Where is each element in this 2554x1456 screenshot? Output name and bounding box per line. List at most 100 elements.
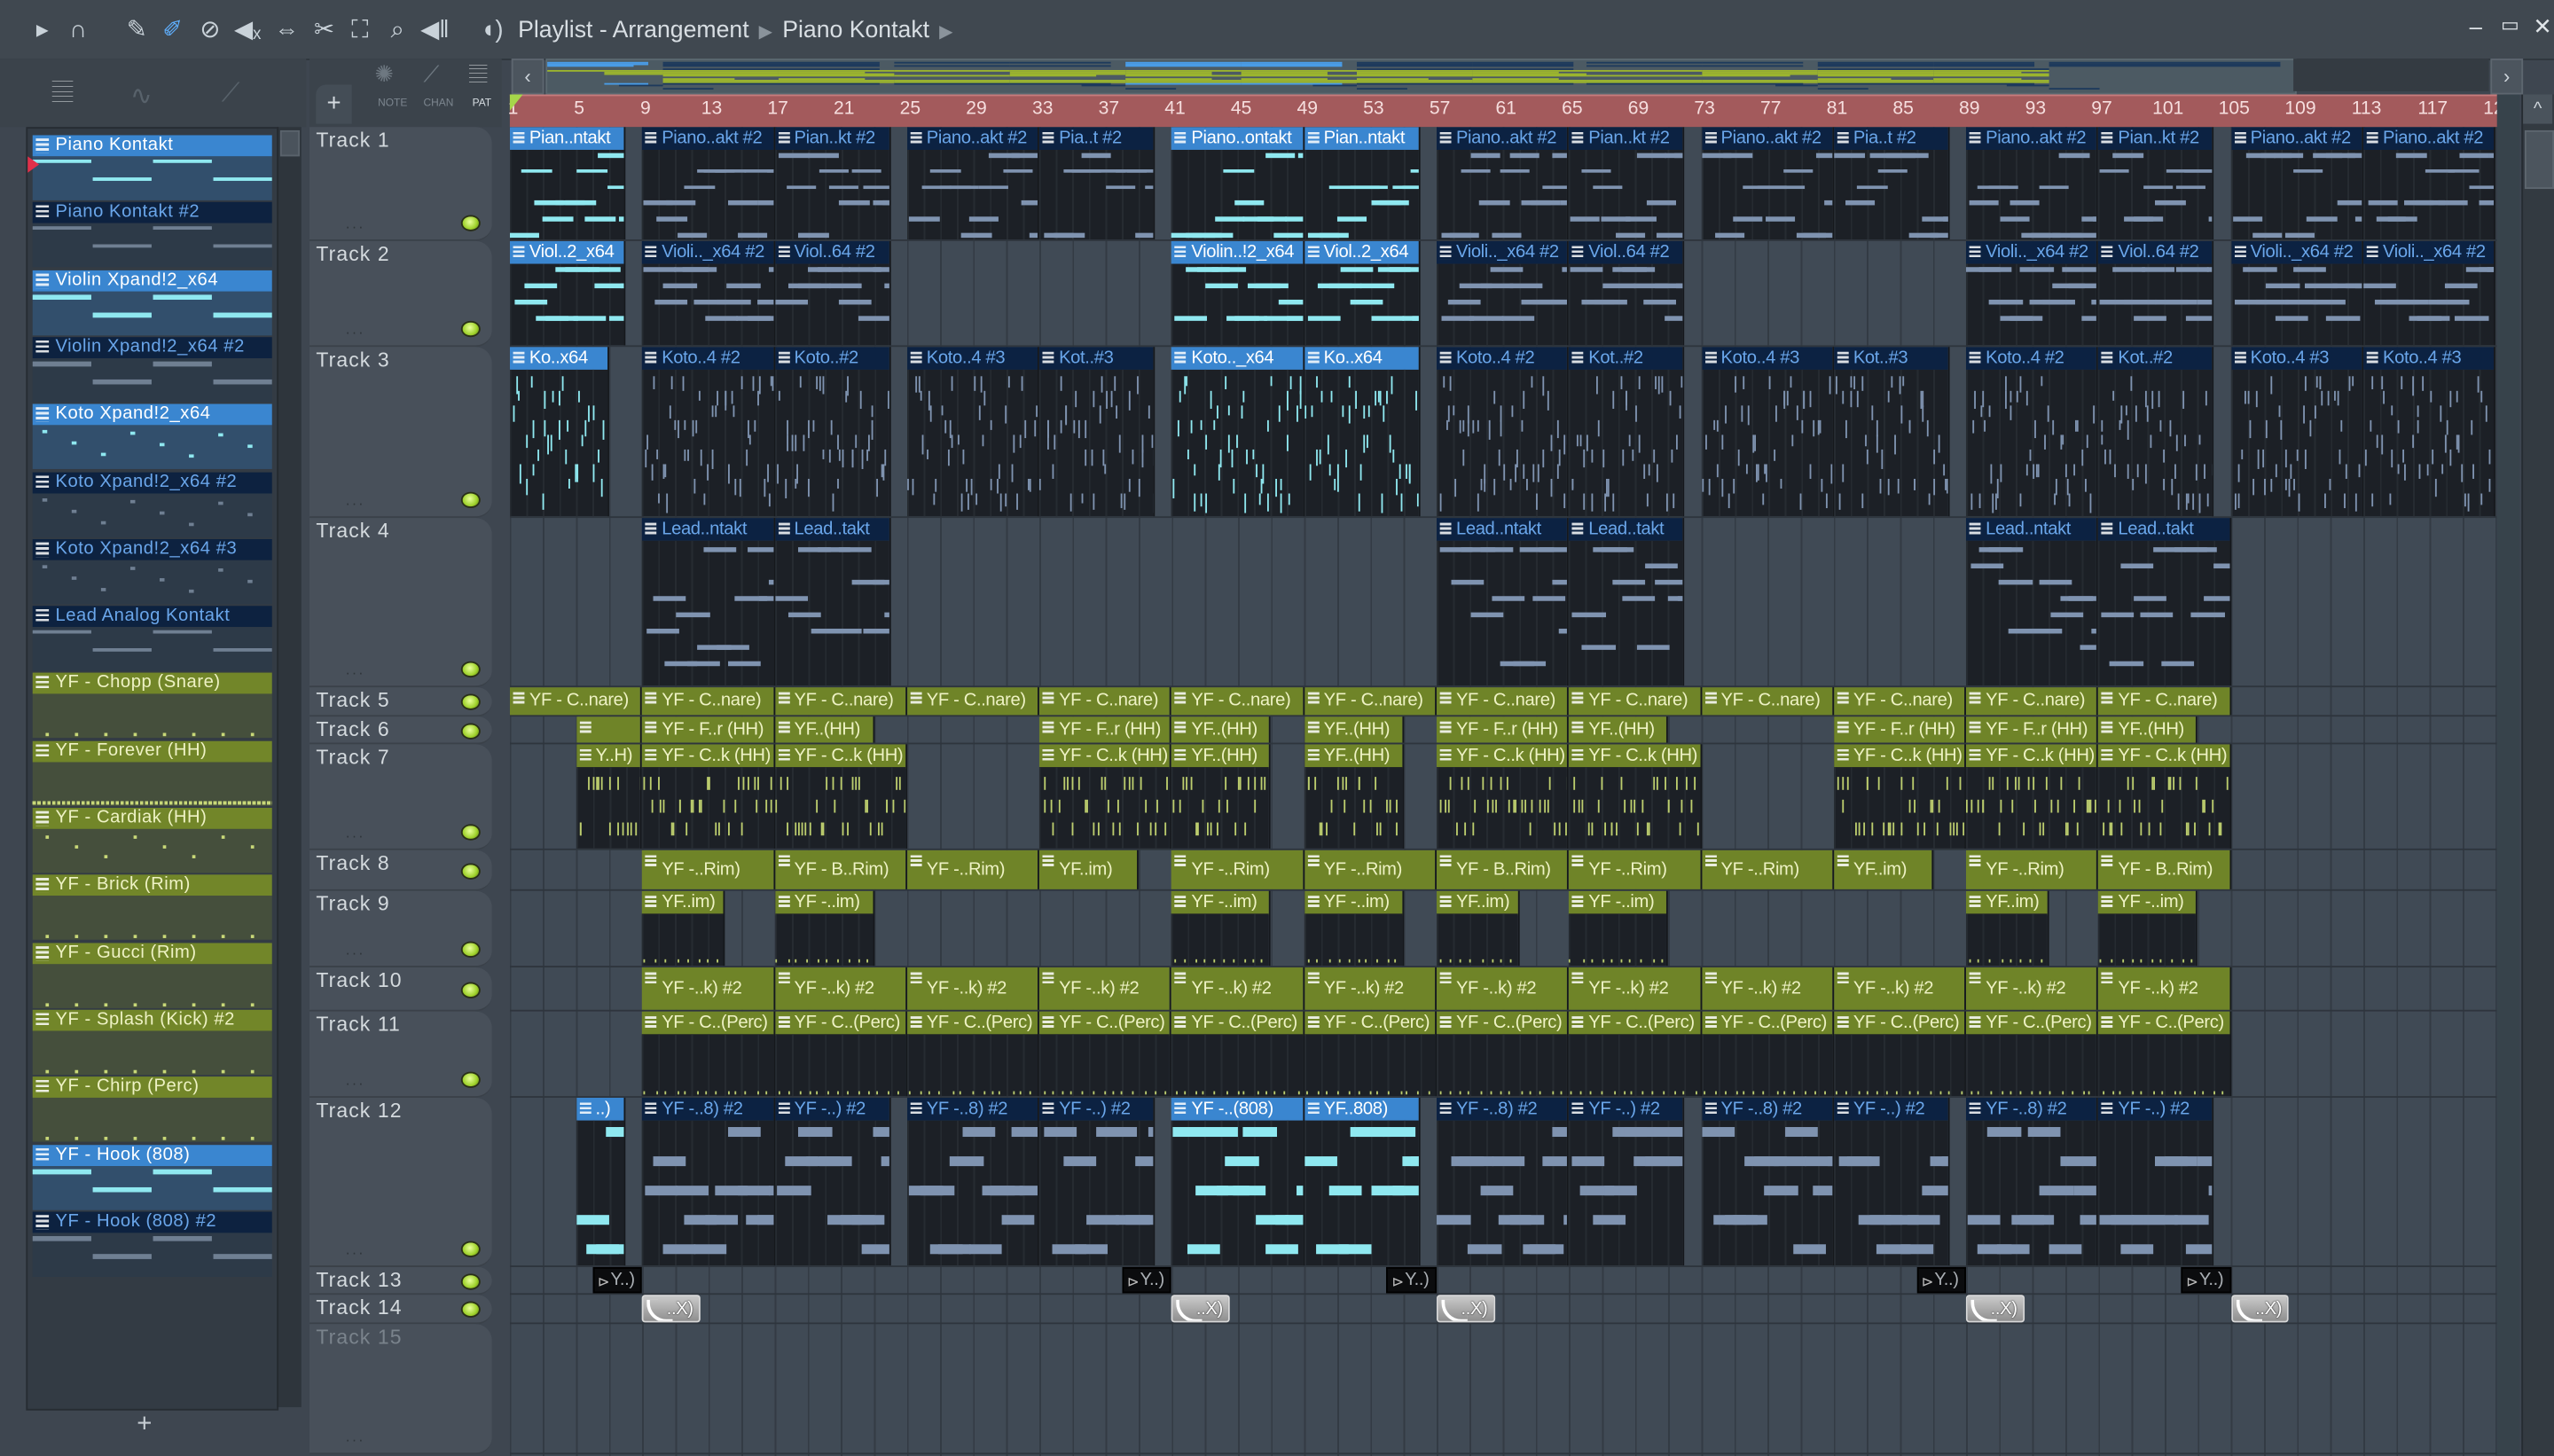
picker-scroll-thumb[interactable] <box>279 129 300 157</box>
track-menu-dots-icon[interactable]: ··· <box>345 1244 364 1260</box>
scroll-right-button[interactable]: › <box>2490 59 2524 95</box>
pattern-clip[interactable]: Viol..64 #2 <box>2098 240 2214 346</box>
track-mute-led-icon[interactable] <box>460 824 481 841</box>
pattern-clip[interactable]: YF -..8) #2 <box>642 1097 775 1266</box>
track-lane[interactable]: Y..H) YF - C..k (HH) YF - C..k (HH) YF - C.… <box>509 744 2497 850</box>
clip-header[interactable]: YF - C..(Perc) <box>1171 1011 1303 1037</box>
pattern-clip[interactable]: YF -..k) #2 <box>906 967 1040 1010</box>
clip-header[interactable]: Lead..ntakt <box>1966 518 2097 541</box>
track-menu-dots-icon[interactable]: ··· <box>345 1431 364 1447</box>
clip-header[interactable]: YF - C..nare) <box>1569 687 1700 716</box>
clip-header[interactable]: YF -..8) #2 <box>642 1097 773 1121</box>
clip-header[interactable]: YF..(HH) <box>1171 716 1270 743</box>
track-lane[interactable]: YF -..k) #2 YF -..k) #2 YF -..k) #2 YF -..k… <box>509 967 2497 1012</box>
pattern-item[interactable]: Piano Kontakt #2 <box>32 202 272 268</box>
clip-header[interactable]: ..) <box>576 1097 624 1121</box>
select-icon[interactable]: ⛶ <box>344 15 377 48</box>
clip-header[interactable]: Piano..akt #2 <box>2230 127 2362 150</box>
pattern-header[interactable]: Piano Kontakt #2 <box>32 202 272 224</box>
clip-header[interactable]: Pian..ntakt <box>509 127 624 150</box>
delete-icon[interactable]: ⊘ <box>194 15 227 48</box>
track-menu-dots-icon[interactable]: ··· <box>345 664 364 680</box>
track-name[interactable]: Track 8 <box>316 852 389 875</box>
track-header[interactable]: Track 4 ··· <box>309 518 492 688</box>
scroll-up-button[interactable]: ^ <box>2523 94 2553 124</box>
pattern-clip[interactable]: YF -..) #2 <box>1569 1097 1685 1266</box>
clip-header[interactable]: YF..im) <box>1966 890 2048 916</box>
clip-header[interactable]: Lead..takt <box>1569 518 1683 541</box>
clip-header[interactable]: YF..im) <box>642 890 724 916</box>
track-name[interactable]: Track 13 <box>316 1269 402 1292</box>
breadcrumb-pattern[interactable]: Piano Kontakt <box>782 18 929 43</box>
pattern-clip[interactable]: Viol..64 #2 <box>1569 240 1685 346</box>
clip-header[interactable]: Pian..kt #2 <box>1569 127 1683 150</box>
maximize-button[interactable]: ▭ <box>2495 13 2525 36</box>
clip-header[interactable]: YF -..im) <box>1304 890 1402 916</box>
clip-header[interactable]: YF -..im) <box>1569 890 1667 916</box>
automation-clip[interactable]: ..X) <box>1436 1295 1495 1323</box>
pattern-clip[interactable]: YF..(HH) <box>1171 716 1272 743</box>
track-menu-dots-icon[interactable]: ··· <box>345 325 364 341</box>
track-name[interactable]: Track 3 <box>316 348 389 372</box>
pattern-clip[interactable]: YF - C..nare) <box>1171 687 1304 716</box>
clip-header[interactable]: YF - C..(Perc) <box>1701 1011 1832 1037</box>
track-mute-led-icon[interactable] <box>460 693 481 710</box>
track-lane[interactable]: Viol..2_x64 Violi.._x64 #2 Viol..64 #2 Viol… <box>509 240 2497 348</box>
pattern-clip[interactable]: Violi.._x64 #2 <box>2230 240 2363 346</box>
clip-header[interactable]: Lead..takt <box>774 518 889 541</box>
automation-clip[interactable]: ..X) <box>2230 1295 2289 1323</box>
clip-header[interactable]: YF - B..Rim) <box>774 849 905 889</box>
pattern-clip[interactable]: YF - B..Rim) <box>1436 849 1570 889</box>
pattern-item[interactable]: Koto Xpand!2_x64 #3 <box>32 538 272 605</box>
track-mute-led-icon[interactable] <box>460 1241 481 1257</box>
track-lane[interactable]: YF - F..r (HH) YF..(HH) YF - F..r (HH) YF..… <box>509 716 2497 745</box>
pattern-clip[interactable]: YF -..k) #2 <box>1701 967 1834 1010</box>
clip-header[interactable]: YF -..) #2 <box>1833 1097 1948 1121</box>
audio-clip[interactable]: Y..) ⊳ <box>592 1266 643 1294</box>
track-lane[interactable] <box>509 1324 2497 1455</box>
pattern-clip[interactable]: YF -..k) #2 <box>1833 967 1967 1010</box>
pattern-clip[interactable]: YF - C..(Perc) <box>1701 1011 1834 1097</box>
track-menu-dots-icon[interactable]: ··· <box>345 944 364 960</box>
clip-header[interactable]: Pian..kt #2 <box>2098 127 2213 150</box>
clip-header[interactable]: YF..808) <box>1304 1097 1419 1121</box>
piano-roll-icon[interactable]: 𝄚 <box>52 80 74 109</box>
pattern-clip[interactable]: Ko..x64 <box>509 347 609 517</box>
track-name[interactable]: Track 7 <box>316 746 389 769</box>
clip-header[interactable]: Pian..ntakt <box>1304 127 1419 150</box>
clip-header[interactable]: Viol..64 #2 <box>1569 240 1683 264</box>
pattern-item[interactable]: YF - Chopp (Snare) <box>32 673 272 739</box>
timeline-ruler[interactable]: 1 5 9 13 17 21 25 29 33 37 41 45 49 53 57 61 65 69 73 77 81 8… <box>508 94 2515 128</box>
track-name[interactable]: Track 10 <box>316 969 402 992</box>
track-header[interactable]: Track 8 <box>309 849 492 891</box>
clip-header[interactable]: Kot..#2 <box>2098 347 2213 370</box>
pattern-clip[interactable]: YF -..) #2 <box>1039 1097 1156 1266</box>
track-mute-led-icon[interactable] <box>460 320 481 338</box>
track-header[interactable]: Track 10 <box>309 967 492 1012</box>
track-header[interactable]: Track 12 ··· <box>309 1097 492 1267</box>
pattern-clip[interactable]: Lead..ntakt <box>1436 518 1570 686</box>
pattern-header[interactable]: Piano Kontakt <box>32 135 272 157</box>
pattern-clip[interactable]: YF -..) #2 <box>774 1097 891 1266</box>
clip-header[interactable]: Violi.._x64 #2 <box>642 240 773 264</box>
playback-icon[interactable]: ◀‖ <box>419 15 451 48</box>
clip-header[interactable]: YF..im) <box>1039 849 1138 889</box>
pattern-header[interactable]: Violin Xpand!2_x64 #2 <box>32 337 272 358</box>
pattern-clip[interactable]: Piano..ontakt <box>1171 127 1304 239</box>
pattern-clip[interactable]: YF - C..(Perc) <box>1966 1011 2099 1097</box>
add-pattern-button[interactable]: + <box>137 1411 152 1440</box>
clip-header[interactable]: YF - C..nare) <box>1171 687 1303 716</box>
track-name[interactable]: Track 12 <box>316 1100 402 1123</box>
clip-header[interactable]: YF - F..r (HH) <box>1436 716 1568 743</box>
tab-chan[interactable]: CHAN <box>424 98 454 109</box>
vertical-scrollbar[interactable] <box>2521 94 2554 1456</box>
clip-header[interactable]: Piano..akt #2 <box>906 127 1038 150</box>
clip-header[interactable]: YF -..) #2 <box>774 1097 889 1121</box>
clip-header[interactable]: Koto..4 #2 <box>642 347 773 370</box>
pattern-clip[interactable]: Violi.._x64 #2 <box>642 240 775 346</box>
pattern-clip[interactable]: YF - C..(Perc) <box>774 1011 907 1097</box>
pattern-clip[interactable]: Viol..2_x64 <box>509 240 626 346</box>
track-lane[interactable]: Ko..x64 Koto..4 #2 Koto..#2 Koto..4 #3 Kot..… <box>509 347 2497 519</box>
pattern-clip[interactable]: YF - C..(Perc) <box>1039 1011 1172 1097</box>
pattern-clip[interactable]: YF - C..(Perc) <box>1833 1011 1967 1097</box>
